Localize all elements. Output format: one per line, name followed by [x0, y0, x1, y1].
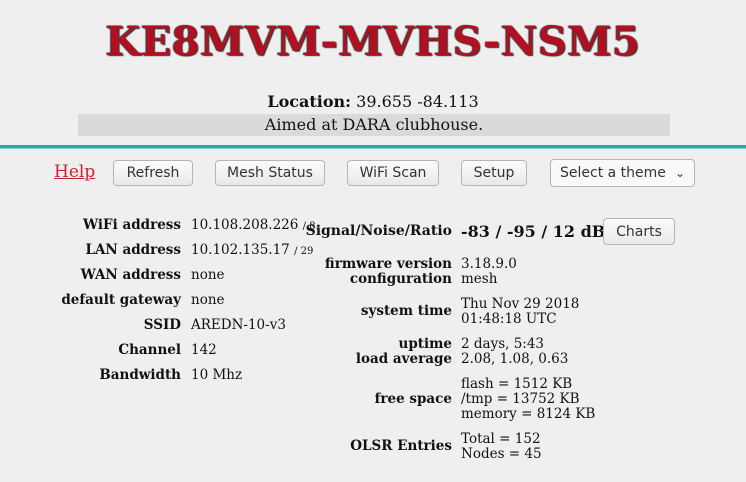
refresh-button[interactable]: Refresh [113, 160, 193, 186]
location-label: Location: [267, 92, 352, 111]
wan-address-label: WAN address [80, 267, 181, 283]
uptime-value: 2 days, 5:43 [461, 336, 545, 352]
charts-button[interactable]: Charts [603, 218, 675, 245]
setup-button[interactable]: Setup [461, 160, 527, 186]
olsr-nodes: Nodes = 45 [461, 446, 542, 462]
configuration-label: configuration [349, 271, 452, 287]
default-gateway-label: default gateway [61, 292, 181, 308]
lan-address-label: LAN address [85, 242, 181, 258]
header-divider [0, 145, 746, 149]
wifi-address-ip: 10.108.208.226 [191, 217, 299, 233]
system-time-clock: 01:48:18 UTC [461, 311, 557, 327]
firmware-value: 3.18.9.0 [461, 256, 517, 272]
lan-address-ip: 10.102.135.17 [191, 242, 290, 258]
load-average-value: 2.08, 1.08, 0.63 [461, 351, 569, 367]
location-coords: 39.655 -84.113 [356, 92, 479, 111]
theme-select-value: Select a theme [560, 165, 666, 181]
wifi-address-label: WiFi address [83, 217, 181, 233]
lan-address-mask: / 29 [294, 246, 314, 257]
olsr-total: Total = 152 [461, 431, 541, 447]
system-time-label: system time [360, 303, 452, 319]
system-time-date: Thu Nov 29 2018 [461, 296, 580, 312]
channel-label: Channel [118, 342, 181, 358]
firmware-label: firmware version [324, 256, 452, 272]
wan-address-value: none [191, 267, 225, 283]
node-description: Aimed at DARA clubhouse. [78, 114, 670, 136]
help-link[interactable]: Help [54, 162, 95, 182]
ssid-label: SSID [143, 317, 181, 333]
snr-label: Signal/Noise/Ratio [305, 223, 452, 239]
uptime-label: uptime [398, 336, 453, 352]
free-space-memory: memory = 8124 KB [461, 406, 596, 422]
free-space-flash: flash = 1512 KB [461, 376, 573, 392]
load-average-label: load average [355, 351, 452, 367]
lan-address-value: 10.102.135.17 / 29 [191, 242, 313, 258]
ssid-value: AREDN-10-v3 [191, 317, 286, 333]
mesh-status-button[interactable]: Mesh Status [215, 160, 325, 186]
location-line: Location: 39.655 -84.113 [0, 92, 746, 111]
bandwidth-label: Bandwidth [99, 367, 181, 383]
theme-select[interactable]: Select a theme ⌄ [550, 159, 695, 187]
channel-value: 142 [191, 342, 217, 358]
snr-value: -83 / -95 / 12 dB [461, 222, 606, 241]
olsr-label: OLSR Entries [350, 438, 452, 454]
chevron-down-icon: ⌄ [674, 166, 685, 180]
wifi-address-value: 10.108.208.226 / 8 [191, 217, 316, 233]
wifi-scan-button[interactable]: WiFi Scan [347, 160, 439, 186]
free-space-label: free space [374, 391, 452, 407]
free-space-tmp: /tmp = 13752 KB [461, 391, 580, 407]
node-title: KE8MVM-MVHS-NSM5 [105, 18, 641, 65]
configuration-value: mesh [461, 271, 498, 287]
bandwidth-value: 10 Mhz [191, 367, 243, 383]
default-gateway-value: none [191, 292, 225, 308]
